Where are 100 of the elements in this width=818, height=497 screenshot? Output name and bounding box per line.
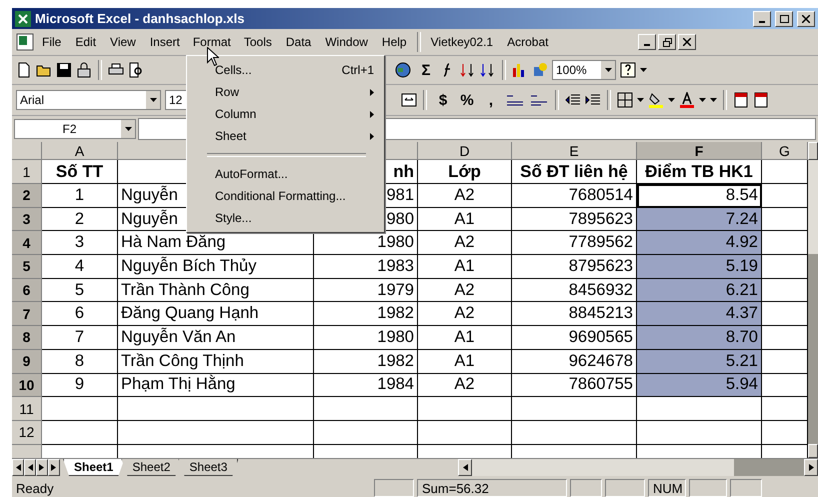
table-cell: 7860755 [512, 374, 637, 398]
caret-icon[interactable] [668, 98, 675, 102]
caret-icon[interactable] [150, 98, 156, 102]
help-icon[interactable] [620, 62, 636, 78]
sheet-tab[interactable]: Sheet1 [63, 459, 124, 476]
row-header[interactable]: 4 [12, 231, 42, 256]
table-cell: 9624678 [512, 350, 637, 374]
menu-entry[interactable]: Cells... Ctrl+1 [189, 59, 382, 81]
caret-icon[interactable] [124, 127, 132, 131]
restore-button[interactable] [658, 34, 676, 50]
row-header[interactable]: 6 [12, 278, 42, 302]
table-cell: 7895623 [512, 208, 637, 232]
row-header[interactable]: 9 [12, 350, 42, 374]
column-header[interactable]: F [637, 142, 762, 160]
sort-ascending-icon[interactable] [460, 62, 476, 78]
name-box[interactable]: F2 [14, 119, 136, 139]
table-cell: 5.94 [637, 374, 762, 398]
menu-item[interactable]: Acrobat [501, 31, 554, 53]
menu-item[interactable]: Tools [238, 31, 278, 53]
sort-descending-icon[interactable] [480, 62, 496, 78]
scroll-down-button[interactable] [808, 444, 818, 458]
sheet-tab[interactable]: Sheet3 [178, 459, 238, 476]
menu-item[interactable]: View [104, 31, 142, 53]
row-header[interactable]: 10 [12, 374, 42, 398]
save-icon[interactable] [56, 62, 72, 78]
zoom-dropdown[interactable]: 100% [552, 60, 616, 80]
table-cell: A1 [418, 255, 512, 279]
autosum-button[interactable]: Σ [416, 60, 436, 80]
new-file-icon[interactable] [16, 62, 32, 78]
column-header[interactable]: D [418, 142, 512, 160]
caret-icon[interactable] [699, 98, 706, 102]
caret-icon[interactable] [637, 98, 644, 102]
row-header[interactable]: 8 [12, 326, 42, 350]
menu-item[interactable]: Help [376, 31, 413, 53]
menu-item[interactable]: Vietkey02.1 [424, 31, 500, 53]
first-sheet-button[interactable] [12, 459, 24, 476]
close-button[interactable] [678, 34, 696, 50]
row-header[interactable]: 12 [12, 420, 42, 445]
pdf-icon[interactable] [733, 92, 749, 108]
minimize-button[interactable] [638, 34, 656, 50]
submenu-arrow-icon [370, 88, 374, 96]
table-cell: 8845213 [512, 302, 637, 326]
restore-icon [662, 38, 672, 46]
globe-icon[interactable] [394, 61, 412, 79]
menu-item[interactable]: Insert [144, 31, 186, 53]
excel-logo-icon[interactable] [15, 10, 31, 26]
table-cell: 1982 [314, 350, 418, 374]
next-sheet-button[interactable] [36, 459, 48, 476]
row-header[interactable]: 11 [12, 397, 42, 421]
caret-icon[interactable] [604, 68, 612, 72]
table-cell: Hà Nam Đăng [118, 231, 314, 256]
pdf-icon[interactable] [753, 92, 769, 108]
menu-item[interactable]: File [36, 31, 68, 53]
table-cell: A1 [418, 326, 512, 350]
merge-center-icon[interactable] [401, 92, 417, 108]
vertical-scrollbar[interactable] [808, 142, 818, 458]
currency-button[interactable]: $ [433, 90, 453, 110]
row-header[interactable]: 3 [12, 208, 42, 232]
excel-document-icon[interactable] [16, 33, 34, 51]
row-header[interactable]: 7 [12, 302, 42, 326]
table-cell: 8795623 [512, 255, 637, 279]
scroll-thumb[interactable] [734, 459, 804, 476]
magnifier-icon[interactable] [128, 62, 144, 78]
previous-sheet-button[interactable] [24, 459, 36, 476]
scroll-left-button[interactable] [458, 459, 472, 476]
font-color-icon[interactable] [679, 92, 695, 108]
row-header[interactable]: 2 [12, 184, 42, 208]
row-header[interactable]: 5 [12, 255, 42, 279]
column-header[interactable]: G [762, 142, 808, 160]
scroll-thumb[interactable] [808, 254, 818, 444]
horizontal-scrollbar[interactable] [458, 459, 818, 476]
submenu-arrow-icon [370, 110, 374, 118]
toolbar-options-icon[interactable] [710, 98, 717, 102]
scroll-up-button[interactable] [808, 142, 818, 160]
comma-button[interactable]: , [481, 90, 501, 110]
column-header[interactable]: A [42, 142, 118, 160]
scroll-right-button[interactable] [804, 459, 818, 476]
last-sheet-button[interactable] [48, 459, 60, 476]
menu-item[interactable]: Edit [69, 31, 102, 53]
table-cell: Nguyễn Văn An [118, 326, 314, 350]
column-header[interactable]: E [512, 142, 637, 160]
menu-item[interactable]: Window [319, 31, 374, 53]
table-cell: Trần Công Thịnh [118, 350, 314, 374]
row-header[interactable]: 1 [12, 160, 42, 184]
menu-entry[interactable]: Sheet [189, 125, 382, 147]
font-dropdown[interactable]: Arial [16, 90, 161, 110]
menu-item[interactable]: Data [280, 31, 318, 53]
lock-icon[interactable] [76, 62, 92, 78]
table-cell: 1980 [314, 231, 418, 256]
fill-color-icon[interactable] [648, 92, 664, 108]
table-cell: 8456932 [512, 278, 637, 302]
menu-item[interactable]: Format [188, 32, 236, 52]
minimize-button[interactable] [753, 10, 771, 26]
borders-icon[interactable] [617, 92, 633, 108]
percent-button[interactable]: % [457, 90, 477, 110]
table-cell: A2 [418, 184, 512, 208]
close-button[interactable] [797, 10, 815, 26]
maximize-button[interactable] [775, 10, 793, 26]
select-all-corner[interactable] [12, 142, 42, 160]
toolbar-options-icon[interactable] [640, 68, 647, 72]
